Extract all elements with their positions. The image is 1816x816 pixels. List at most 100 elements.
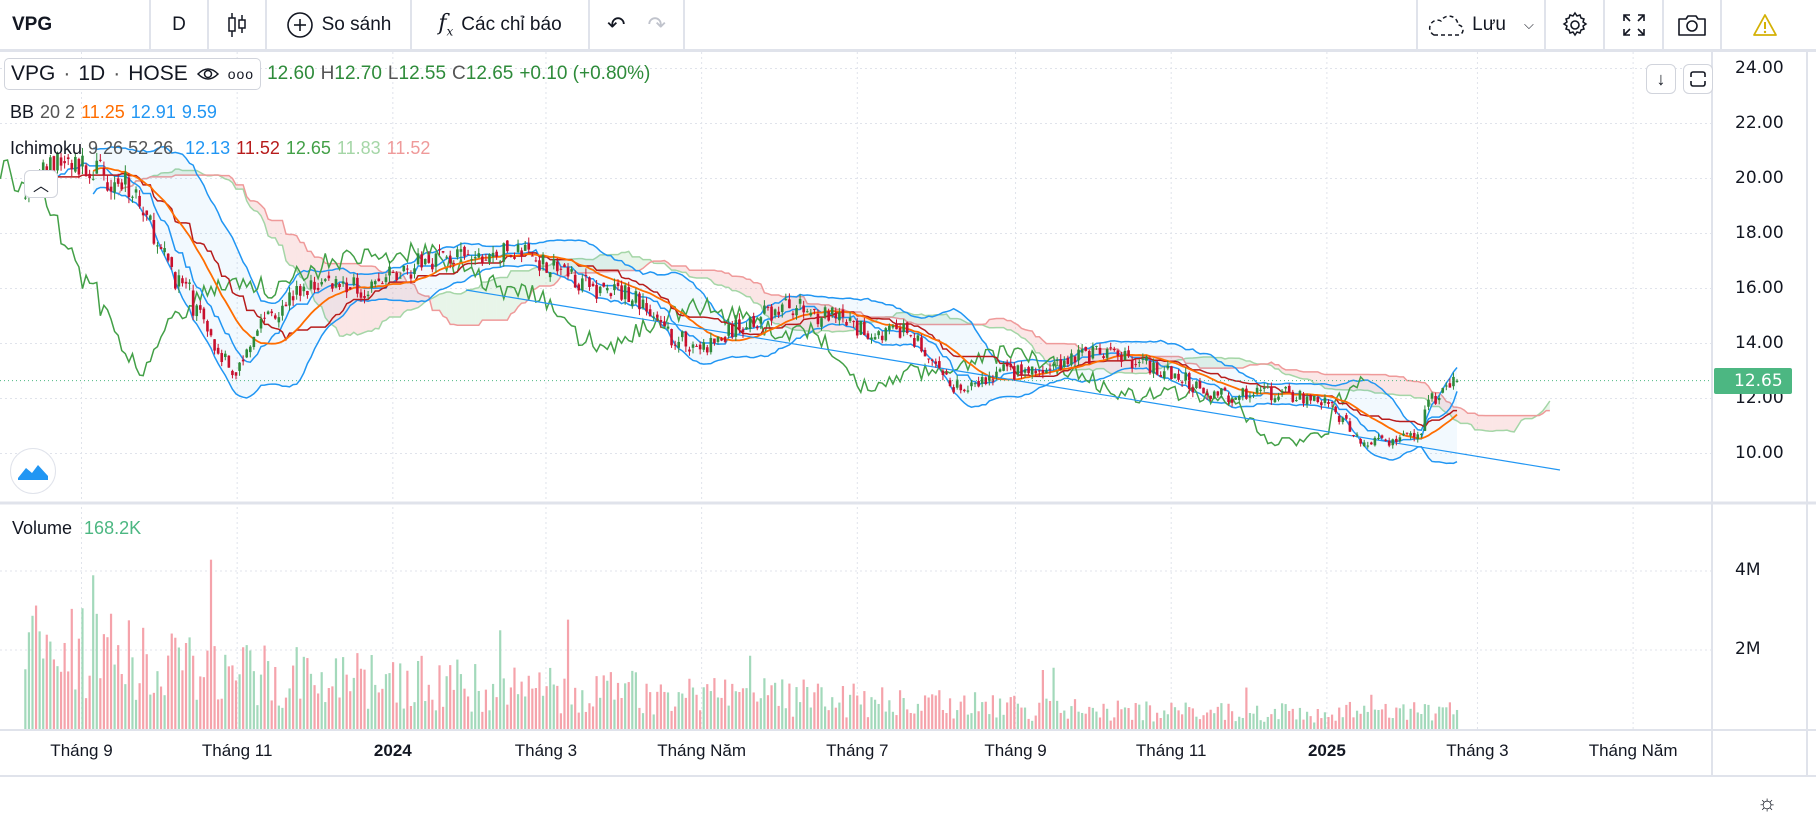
volume-bar: [196, 700, 198, 729]
bb-legend[interactable]: BB 20 2 11.25 12.91 9.59: [10, 102, 217, 123]
volume-bar: [478, 691, 480, 729]
ichimoku-legend[interactable]: Ichimoku 9 26 52 26 12.13 11.52 12.65 11…: [10, 138, 430, 159]
bb-name: BB: [10, 102, 34, 123]
redo-icon[interactable]: ↷: [648, 12, 666, 38]
settings-button[interactable]: [1546, 0, 1605, 49]
volume-bar: [228, 666, 230, 729]
volume-bar: [556, 686, 558, 729]
ichimoku-cloud-segment: [443, 292, 447, 318]
volume-bar: [856, 696, 858, 729]
volume-bar: [410, 706, 412, 729]
volume-bar: [688, 679, 690, 729]
tradingview-logo-button[interactable]: [10, 448, 56, 494]
volume-bar: [1035, 716, 1037, 729]
volume-bar: [281, 708, 283, 729]
volume-bar: [828, 710, 830, 729]
time-tick-label: Tháng 9: [50, 741, 112, 761]
ichimoku-cloud-segment: [290, 235, 294, 266]
volume-bar: [1167, 714, 1169, 729]
collapse-legend-button[interactable]: ︿: [24, 170, 58, 198]
candle-body: [1038, 371, 1041, 372]
volume-bar: [303, 657, 305, 729]
warning-button[interactable]: [1722, 0, 1807, 49]
volume-bar: [1077, 712, 1079, 729]
volume-bar: [521, 682, 523, 729]
candle-body: [1363, 442, 1366, 446]
volume-bar: [917, 704, 919, 729]
chevron-down-icon[interactable]: ⌵: [1524, 17, 1534, 33]
candle-body: [367, 295, 370, 296]
volume-bar: [1220, 703, 1222, 729]
volume-bar: [1360, 714, 1362, 729]
volume-bar: [114, 665, 116, 729]
candle-body: [328, 276, 331, 279]
chart-canvas[interactable]: [0, 52, 1816, 789]
symbol-search-button[interactable]: VPG: [0, 0, 151, 49]
volume-bar: [1138, 705, 1140, 729]
volume-value: 168.2K: [84, 518, 141, 539]
volume-bar: [895, 715, 897, 729]
volume-bar: [467, 696, 469, 729]
volume-bar: [256, 705, 258, 729]
candle-body: [1117, 350, 1120, 356]
volume-bar: [403, 709, 405, 729]
candle-body: [1088, 351, 1091, 364]
volume-bar: [417, 661, 419, 729]
volume-bar: [874, 700, 876, 729]
volume-bar: [628, 682, 630, 729]
candle-body: [1202, 388, 1205, 394]
indicators-button[interactable]: fx Các chỉ báo: [412, 0, 590, 49]
volume-bar: [1156, 713, 1158, 729]
screenshot-button[interactable]: [1664, 0, 1722, 49]
ichimoku-cloud-segment: [747, 279, 751, 297]
candle-body: [1409, 433, 1412, 436]
undo-icon[interactable]: ↶: [607, 12, 625, 38]
candle-body: [949, 380, 952, 386]
eye-icon[interactable]: [196, 65, 220, 83]
volume-bar: [685, 698, 687, 729]
candle-body: [1149, 361, 1152, 373]
symbol-legend-box[interactable]: VPG· 1D· HOSE ooo: [4, 58, 261, 90]
candle-body: [824, 307, 827, 316]
volume-bar: [324, 702, 326, 729]
candle-body: [685, 332, 688, 347]
candle-body: [210, 329, 213, 335]
volume-legend[interactable]: Volume 168.2K: [12, 518, 141, 539]
volume-bar: [970, 713, 972, 729]
candle-body: [1388, 441, 1391, 446]
volume-bar: [1274, 709, 1276, 729]
candle-body: [256, 331, 259, 336]
candle-body: [74, 157, 77, 172]
chart-area[interactable]: VPG· 1D· HOSE ooo 12.60 H12.70 L12.55 C1…: [0, 52, 1816, 789]
volume-bar: [71, 609, 73, 729]
axis-settings-icon[interactable]: ☼: [1757, 790, 1777, 816]
chart-type-button[interactable]: [209, 0, 267, 49]
candle-body: [131, 197, 134, 198]
more-options-icon[interactable]: ooo: [228, 66, 254, 82]
volume-bar: [224, 655, 226, 729]
candle-body: [599, 287, 602, 293]
scroll-to-latest-button[interactable]: ↓: [1646, 64, 1676, 94]
volume-bar: [424, 701, 426, 729]
interval-button[interactable]: D: [151, 0, 209, 49]
volume-bar: [1224, 720, 1226, 729]
auto-scale-button[interactable]: [1683, 64, 1713, 94]
compare-button[interactable]: So sánh: [267, 0, 412, 49]
save-button[interactable]: Lưu ⌵: [1416, 0, 1546, 49]
candle-body: [395, 273, 398, 281]
fullscreen-button[interactable]: [1605, 0, 1664, 49]
bb-background: [93, 147, 1457, 464]
volume-bar: [1170, 703, 1172, 729]
candle-body: [656, 315, 659, 318]
candle-body: [752, 316, 755, 327]
time-tick-label: Tháng Năm: [1589, 741, 1678, 761]
ichimoku-cloud-segment: [468, 290, 472, 326]
candle-body: [1009, 364, 1012, 367]
volume-bar: [1292, 709, 1294, 729]
candle-body: [120, 182, 123, 189]
volume-bar: [278, 706, 280, 729]
volume-bar: [660, 684, 662, 729]
ichimoku-cloud-segment: [1486, 416, 1490, 432]
volume-bar: [913, 714, 915, 729]
volume-bar: [649, 692, 651, 729]
